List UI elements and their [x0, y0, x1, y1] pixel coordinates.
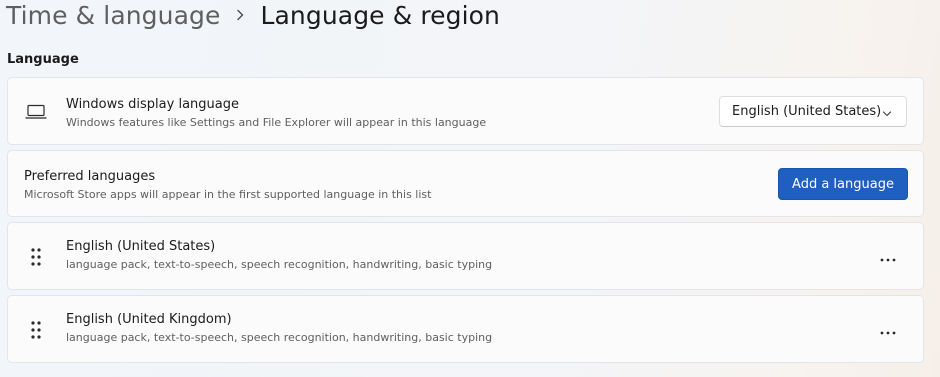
display-language-title: Windows display language — [66, 97, 239, 112]
chevron-down-icon — [882, 107, 892, 122]
more-options-button[interactable] — [874, 316, 902, 342]
breadcrumb-parent-link[interactable]: Time & language — [6, 1, 220, 30]
dropdown-selected-value: English (United States) — [732, 104, 882, 119]
language-features: language pack, text-to-speech, speech re… — [66, 258, 493, 271]
chevron-right-icon — [220, 9, 260, 21]
laptop-icon — [24, 102, 48, 122]
language-list-item[interactable]: English (United Kingdom) language pack, … — [7, 295, 924, 363]
display-language-dropdown[interactable]: English (United States) — [719, 96, 907, 127]
drag-handle-icon[interactable] — [26, 318, 46, 342]
section-title-language: Language — [7, 52, 79, 67]
more-options-icon — [880, 320, 896, 339]
language-name: English (United Kingdom) — [66, 312, 232, 327]
breadcrumb: Time & language Language & region — [6, 0, 500, 33]
preferred-languages-title: Preferred languages — [24, 169, 156, 184]
language-name: English (United States) — [66, 239, 216, 254]
more-options-icon — [880, 247, 896, 266]
display-language-description: Windows features like Settings and File … — [66, 116, 487, 129]
more-options-button[interactable] — [874, 243, 902, 269]
preferred-languages-card: Preferred languages Microsoft Store apps… — [7, 150, 924, 217]
language-list-item[interactable]: English (United States) language pack, t… — [7, 222, 924, 290]
add-language-button[interactable]: Add a language — [778, 168, 908, 200]
drag-handle-icon[interactable] — [26, 245, 46, 269]
language-features: language pack, text-to-speech, speech re… — [66, 331, 493, 344]
display-language-card: Windows display language Windows feature… — [7, 77, 924, 145]
preferred-languages-description: Microsoft Store apps will appear in the … — [24, 188, 432, 201]
page-title: Language & region — [260, 0, 500, 30]
